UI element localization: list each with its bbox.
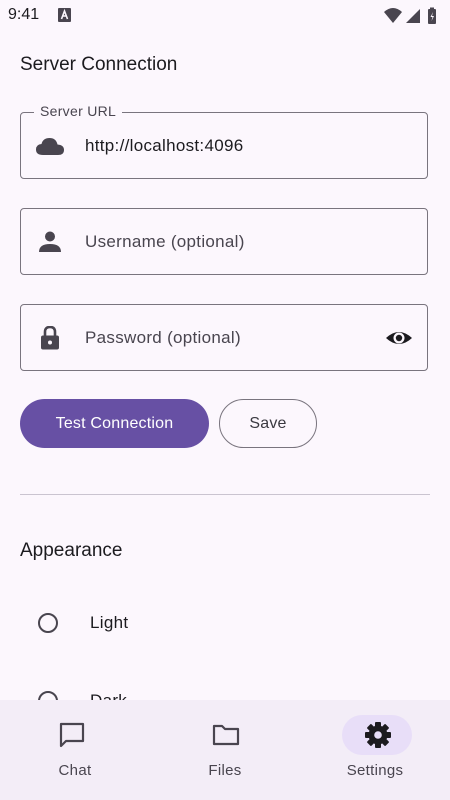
server-connection-title: Server Connection [20, 54, 178, 75]
password-field[interactable]: Password (optional) [20, 304, 428, 371]
nav-label-files: Files [208, 762, 242, 779]
cloud-icon [36, 138, 64, 155]
signal-icon [406, 9, 420, 23]
status-icons [384, 7, 436, 24]
status-bar: 9:41 [0, 0, 450, 32]
wifi-icon [384, 8, 402, 23]
section-divider [20, 494, 430, 495]
person-icon [39, 231, 61, 252]
appearance-title: Appearance [20, 540, 123, 561]
username-placeholder: Username (optional) [85, 232, 245, 251]
folder-icon [212, 724, 240, 746]
save-button[interactable]: Save [219, 399, 317, 448]
gear-icon [365, 722, 391, 748]
theme-option-light[interactable]: Light [20, 601, 430, 649]
status-time: 9:41 [8, 6, 40, 23]
server-url-value: http://localhost:4096 [85, 136, 244, 155]
nav-label-settings: Settings [346, 762, 404, 779]
username-field[interactable]: Username (optional) [20, 208, 428, 275]
test-connection-button[interactable]: Test Connection [20, 399, 209, 448]
app-notification-icon [58, 8, 71, 22]
lock-icon [41, 326, 59, 350]
nav-item-files[interactable]: Files [150, 700, 300, 800]
theme-option-label: Light [90, 613, 129, 632]
server-url-field[interactable]: Server URL http://localhost:4096 [20, 103, 428, 179]
server-url-label: Server URL [34, 103, 123, 119]
bottom-navigation: Chat Files Settings [0, 700, 450, 800]
password-placeholder: Password (optional) [85, 328, 241, 347]
nav-item-chat[interactable]: Chat [0, 700, 150, 800]
radio-button[interactable] [38, 613, 58, 633]
eye-icon[interactable] [385, 325, 413, 351]
nav-label-chat: Chat [58, 762, 92, 779]
chat-icon [59, 722, 85, 748]
battery-icon [428, 7, 436, 24]
nav-item-settings[interactable]: Settings [300, 700, 450, 800]
